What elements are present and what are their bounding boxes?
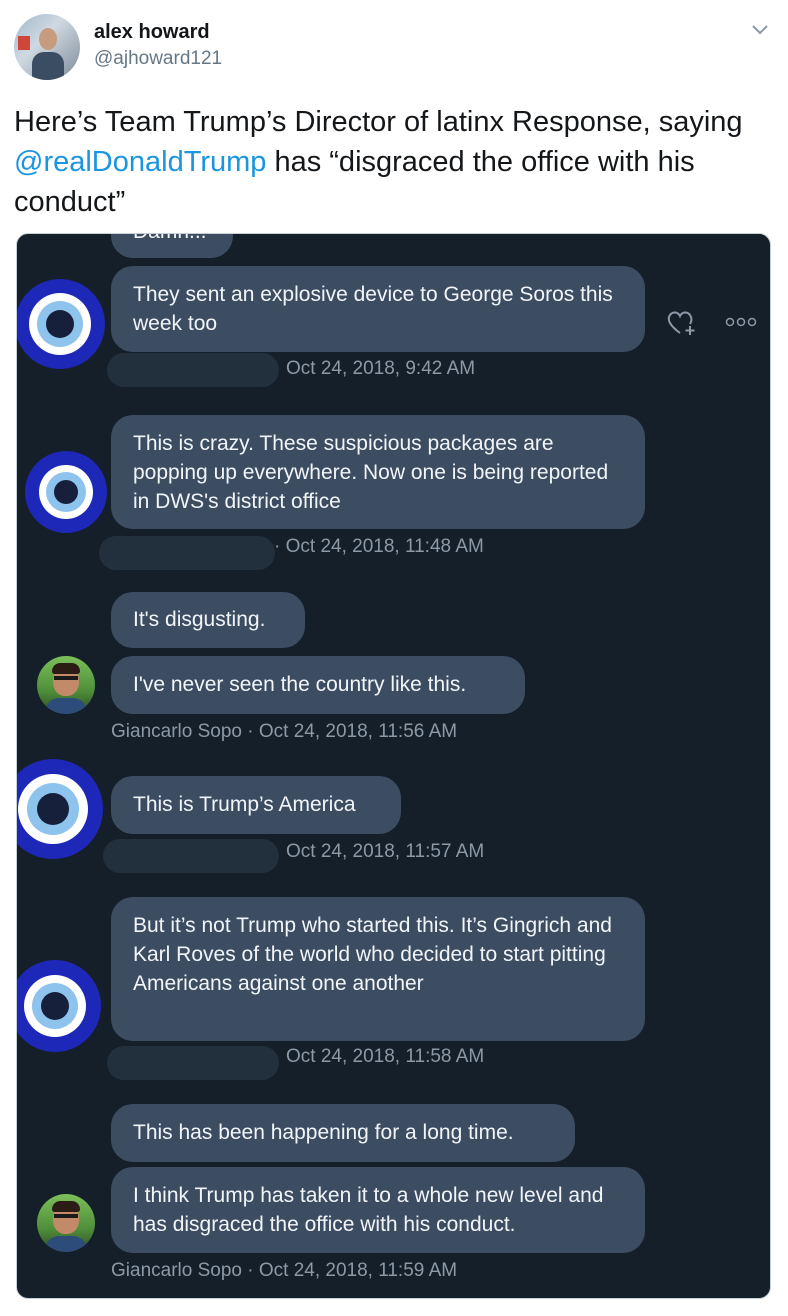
redacted-sender-name [99,536,275,570]
message-timestamp: · Oct 24, 2018, 11:48 AM [274,536,484,557]
message-text: It's disgusting. [133,608,266,631]
message-timestamp: Oct 24, 2018, 11:57 AM [286,841,485,862]
message-bubble: I've never seen the country like this. [111,656,525,714]
message-bubble: It's disgusting. [111,592,305,648]
message-text: They sent an explosive device to George … [133,283,613,335]
message-timestamp: Giancarlo Sopo · Oct 24, 2018, 11:56 AM [111,721,458,742]
redacted-sender-name [103,839,279,873]
tweet-text: Here’s Team Trump’s Director of latinx R… [14,102,774,222]
sender-avatar[interactable] [37,656,95,714]
chevron-down-icon[interactable] [750,22,770,38]
evil-eye-icon [25,451,107,533]
evil-eye-icon [17,759,103,859]
tweet-text-before: Here’s Team Trump’s Director of latinx R… [14,106,743,138]
message-text: Damn... [133,234,207,243]
message-text: This is crazy. These suspicious packages… [133,432,609,513]
message-text: I've never seen the country like this. [133,673,467,696]
redacted-sender-name [107,1046,279,1080]
author-name[interactable]: alex howard [94,21,210,44]
message-bubble: This is crazy. These suspicious packages… [111,415,645,529]
sender-avatar[interactable] [37,1194,95,1252]
more-icon[interactable] [725,316,757,328]
message-bubble: I think Trump has taken it to a whole ne… [111,1167,645,1253]
message-timestamp: Giancarlo Sopo · Oct 24, 2018, 11:59 AM [111,1260,458,1281]
message-text: But it’s not Trump who started this. It’… [133,914,612,995]
dm-screenshot[interactable]: Damn... They sent an explosive device to… [16,233,771,1299]
message-timestamp: Oct 24, 2018, 11:58 AM [286,1046,485,1067]
message-bubble: Damn... [111,234,233,258]
author-avatar[interactable] [14,14,80,80]
tweet-header: alex howard @ajhoward121 [0,0,788,90]
message-timestamp: Oct 24, 2018, 9:42 AM [286,358,476,379]
heart-add-icon[interactable] [665,308,697,336]
message-text: I think Trump has taken it to a whole ne… [133,1184,604,1236]
message-bubble: They sent an explosive device to George … [111,266,645,352]
message-bubble: This is Trump’s America [111,776,401,834]
evil-eye-icon [17,279,105,369]
mention-link[interactable]: @realDonaldTrump [14,146,266,178]
author-handle[interactable]: @ajhoward121 [94,48,222,70]
evil-eye-icon [17,960,101,1052]
redacted-sender-name [107,353,279,387]
message-text: This is Trump’s America [133,793,356,816]
message-bubble: But it’s not Trump who started this. It’… [111,897,645,1041]
message-text: This has been happening for a long time. [133,1121,514,1144]
message-bubble: This has been happening for a long time. [111,1104,575,1162]
